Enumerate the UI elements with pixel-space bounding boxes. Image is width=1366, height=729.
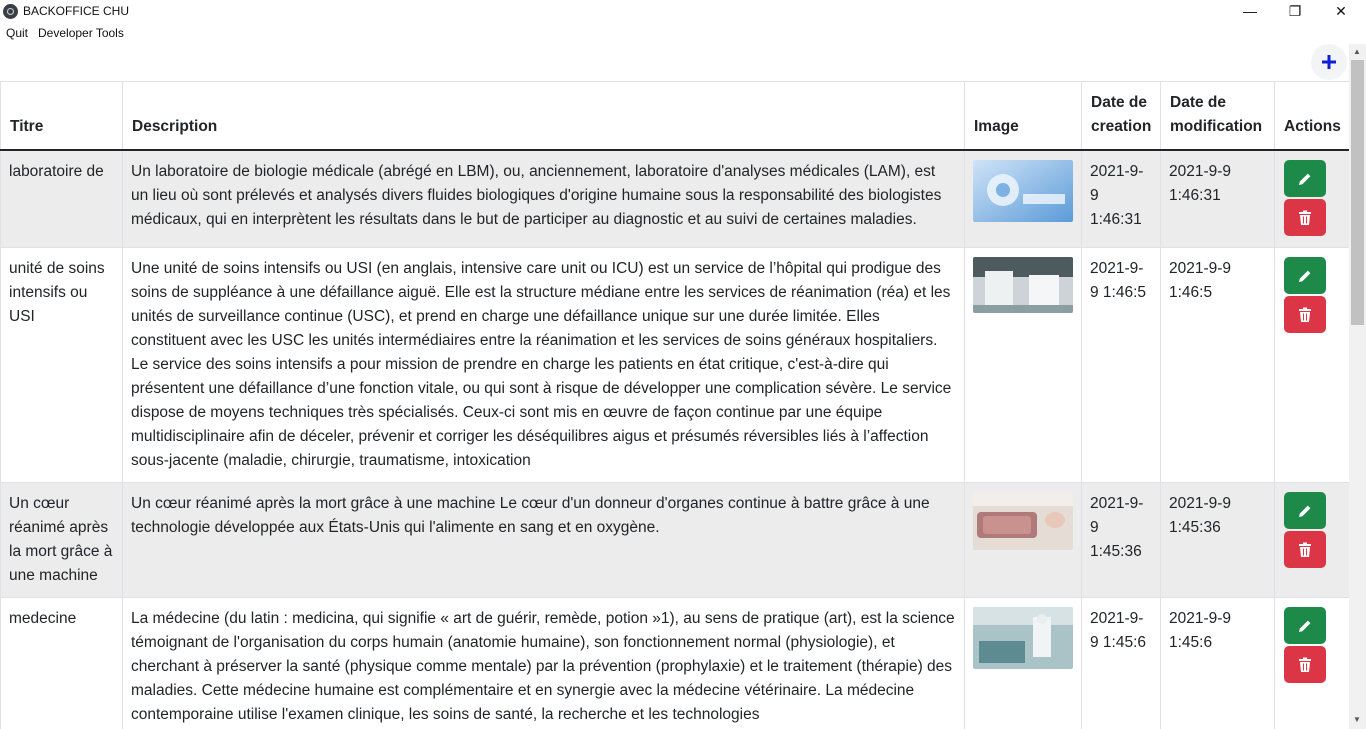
header-description: Description [122, 81, 965, 151]
cell-modified: 2021-9-9 1:45:36 [1160, 482, 1275, 598]
cell-title: medecine [0, 597, 123, 729]
scrollbar-thumb[interactable] [1351, 60, 1364, 325]
medicine-photo [973, 607, 1073, 669]
title-bar: BACKOFFICE CHU — ❐ ✕ [0, 0, 1366, 22]
cell-modified: 2021-9-9 1:45:6 [1160, 597, 1275, 729]
delete-button[interactable] [1284, 646, 1326, 683]
cell-created: 2021-9-9 1:46:31 [1081, 149, 1161, 248]
trash-icon [1299, 542, 1311, 557]
menu-bar: Quit Developer Tools [0, 24, 128, 42]
cell-title: laboratoire de [0, 149, 123, 248]
window-title: BACKOFFICE CHU [23, 4, 130, 18]
pencil-icon [1299, 173, 1311, 185]
cell-description: Un laboratoire de biologie médicale (abr… [122, 149, 965, 248]
table-row: medecine La médecine (du latin : medicin… [0, 597, 1349, 729]
header-date-creation: Date de creation [1081, 81, 1161, 151]
add-button[interactable] [1311, 44, 1347, 80]
pencil-icon [1299, 270, 1311, 282]
header-actions: Actions [1274, 81, 1349, 151]
header-date-modification: Date de modification [1160, 81, 1275, 151]
edit-button[interactable] [1284, 257, 1326, 294]
cell-modified: 2021-9-9 1:46:31 [1160, 149, 1275, 248]
edit-button[interactable] [1284, 607, 1326, 644]
cell-image [964, 482, 1082, 598]
cell-created: 2021-9-9 1:45:6 [1081, 597, 1161, 729]
scroll-up-icon[interactable]: ▲ [1353, 47, 1361, 56]
table-container: Titre Description Image Date de creation… [0, 81, 1349, 729]
minimize-button[interactable]: — [1227, 0, 1273, 22]
edit-button[interactable] [1284, 492, 1326, 529]
delete-button[interactable] [1284, 531, 1326, 568]
trash-icon [1299, 657, 1311, 672]
vertical-scrollbar[interactable]: ▲ ▼ [1349, 44, 1366, 729]
cell-actions [1274, 247, 1349, 483]
cell-description: Un cœur réanimé après la mort grâce à un… [122, 482, 965, 598]
table-row: laboratoire de Un laboratoire de biologi… [0, 149, 1349, 248]
cell-created: 2021-9-9 1:46:5 [1081, 247, 1161, 483]
cell-title: Un cœur réanimé après la mort grâce à un… [0, 482, 123, 598]
cell-title: unité de soins intensifs ou USI [0, 247, 123, 483]
articles-table: Titre Description Image Date de creation… [0, 81, 1349, 729]
menu-quit[interactable]: Quit [6, 26, 28, 40]
table-row: Un cœur réanimé après la mort grâce à un… [0, 482, 1349, 598]
pencil-icon [1299, 620, 1311, 632]
cell-actions [1274, 482, 1349, 598]
trash-icon [1299, 210, 1311, 225]
header-image: Image [964, 81, 1082, 151]
menu-developer-tools[interactable]: Developer Tools [38, 26, 124, 40]
cell-image [964, 597, 1082, 729]
app-logo-icon [3, 3, 18, 19]
trash-icon [1299, 307, 1311, 322]
scroll-down-icon[interactable]: ▼ [1353, 715, 1361, 724]
cell-actions [1274, 597, 1349, 729]
table-header-row: Titre Description Image Date de creation… [0, 81, 1349, 151]
cell-modified: 2021-9-9 1:46:5 [1160, 247, 1275, 483]
close-button[interactable]: ✕ [1318, 0, 1364, 22]
cell-image [964, 149, 1082, 248]
delete-button[interactable] [1284, 199, 1326, 236]
cell-actions [1274, 149, 1349, 248]
icu-photo [973, 257, 1073, 313]
heart-photo [973, 492, 1073, 550]
cell-created: 2021-9-9 1:45:36 [1081, 482, 1161, 598]
cell-description: La médecine (du latin : medicina, qui si… [122, 597, 965, 729]
plus-icon [1322, 55, 1336, 69]
table-row: unité de soins intensifs ou USI Une unit… [0, 247, 1349, 483]
maximize-button[interactable]: ❐ [1272, 0, 1318, 22]
lab-photo [973, 160, 1073, 222]
pencil-icon [1299, 505, 1311, 517]
header-titre: Titre [0, 81, 123, 151]
cell-image [964, 247, 1082, 483]
delete-button[interactable] [1284, 296, 1326, 333]
cell-description: Une unité de soins intensifs ou USI (en … [122, 247, 965, 483]
edit-button[interactable] [1284, 160, 1326, 197]
